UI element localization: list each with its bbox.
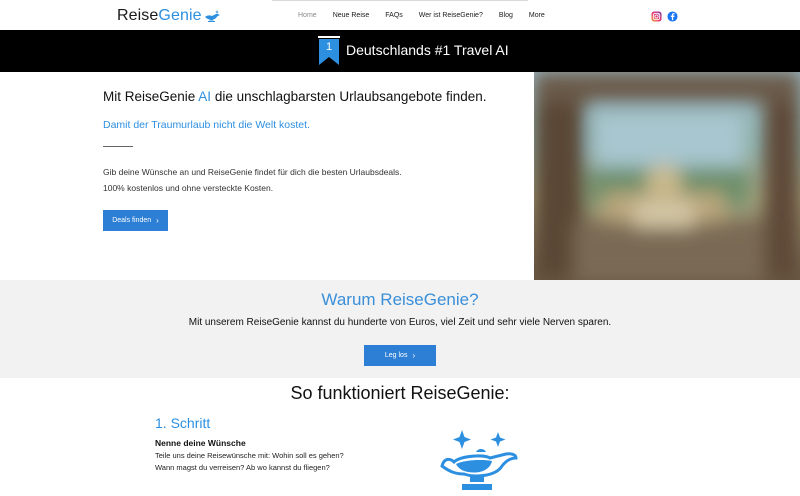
hero-section: Mit ReiseGenie AI die unschlagbarsten Ur… [0, 72, 534, 280]
logo[interactable]: ReiseGenie [117, 6, 221, 26]
warum-title: Warum ReiseGenie? [321, 290, 479, 309]
rank-number: 1 [326, 41, 332, 53]
hero-divider [103, 146, 133, 147]
rank-ribbon-icon: 1 [318, 36, 340, 65]
hero-title-post: die unschlagbarsten Urlaubsangebote find… [211, 89, 487, 104]
deals-finden-button[interactable]: Deals finden › [103, 210, 168, 231]
nav-item-blog[interactable]: Blog [499, 12, 513, 19]
logo-text-main: Reise [117, 7, 159, 24]
deals-finden-label: Deals finden [112, 217, 152, 224]
hero-text-line2: 100% kostenlos und ohne versteckte Koste… [103, 183, 274, 193]
warum-section: Warum ReiseGenie? Mit unserem ReiseGenie… [0, 280, 800, 378]
hero-text-line1: Gib deine Wünsche an und ReiseGenie find… [103, 167, 402, 177]
step-text-line1: Teile uns deine Reisewünsche mit: Wohin … [155, 451, 344, 460]
instagram-icon[interactable] [651, 9, 662, 22]
genie-lamp-icon [204, 10, 220, 22]
facebook-icon[interactable] [667, 9, 678, 22]
blurred-travel-photo [534, 72, 800, 280]
step-description: Teile uns deine Reisewünsche mit: Wohin … [155, 450, 344, 473]
chevron-right-icon: › [412, 351, 416, 360]
site-header: ReiseGenie Home Neue Reise FAQs Wer ist … [0, 0, 800, 30]
nav-item-wer-ist-reisegenie[interactable]: Wer ist ReiseGenie? [419, 12, 483, 19]
hero-title: Mit ReiseGenie AI die unschlagbarsten Ur… [103, 89, 487, 104]
banner-title: Deutschlands #1 Travel AI [346, 42, 509, 58]
genie-lamp-icon [440, 430, 518, 490]
leg-los-label: Leg los [384, 352, 408, 359]
logo-text: ReiseGenie [117, 7, 202, 25]
step-text-line2: Wann magst du verreisen? Ab wo kannst du… [155, 462, 330, 472]
leg-los-button[interactable]: Leg los › [364, 345, 436, 366]
step-heading: Nenne deine Wünsche [155, 438, 246, 448]
hero-image [534, 72, 800, 280]
chevron-right-icon: › [156, 216, 159, 225]
hero-title-pre: Mit ReiseGenie [103, 89, 199, 104]
hero-description: Gib deine Wünsche an und ReiseGenie find… [103, 164, 402, 196]
how-title: So funktioniert ReiseGenie: [290, 383, 510, 403]
main-nav: Home Neue Reise FAQs Wer ist ReiseGenie?… [290, 0, 553, 30]
hero-subtitle: Damit der Traumurlaub nicht die Welt kos… [103, 119, 310, 131]
step-title: 1. Schritt [155, 415, 211, 431]
logo-text-accent: Genie [158, 7, 202, 24]
top-banner: 1 Deutschlands #1 Travel AI [0, 30, 800, 72]
nav-item-faqs[interactable]: FAQs [385, 12, 403, 19]
hero-title-ai: AI [198, 89, 212, 104]
warum-text: Mit unserem ReiseGenie kannst du hundert… [188, 317, 612, 328]
nav-item-neue-reise[interactable]: Neue Reise [333, 12, 370, 19]
nav-item-more[interactable]: More [529, 12, 545, 19]
social-links [651, 9, 678, 22]
nav-item-home[interactable]: Home [298, 12, 317, 19]
